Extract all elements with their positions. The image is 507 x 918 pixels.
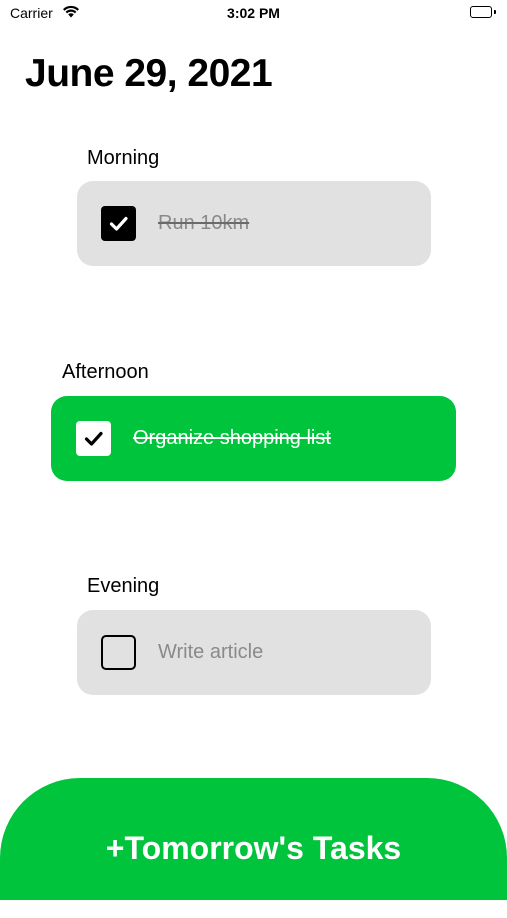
checkmark-icon	[84, 431, 103, 446]
section-label-morning: Morning	[87, 147, 160, 169]
task-text-evening: Write article	[158, 641, 264, 663]
add-tomorrow-tasks-button[interactable]: +Tomorrow's Tasks	[0, 778, 507, 900]
clock-time: 3:02 PM	[227, 5, 280, 21]
checkbox-morning[interactable]	[101, 206, 136, 241]
task-card-evening[interactable]: Write article	[77, 610, 431, 695]
battery-icon	[470, 6, 496, 18]
task-text-morning: Run 10km	[158, 212, 250, 234]
task-text-afternoon: Organize shopping list	[133, 427, 331, 449]
task-card-morning[interactable]: Run 10km	[77, 181, 431, 266]
checkbox-evening[interactable]	[101, 635, 136, 670]
checkbox-afternoon[interactable]	[76, 421, 111, 456]
task-card-afternoon[interactable]: Organize shopping list	[51, 396, 456, 481]
checkmark-icon	[109, 216, 128, 231]
status-bar: Carrier 3:02 PM	[0, 0, 507, 28]
section-label-afternoon: Afternoon	[62, 361, 149, 383]
page-title: June 29, 2021	[25, 52, 273, 95]
section-label-evening: Evening	[87, 575, 160, 597]
